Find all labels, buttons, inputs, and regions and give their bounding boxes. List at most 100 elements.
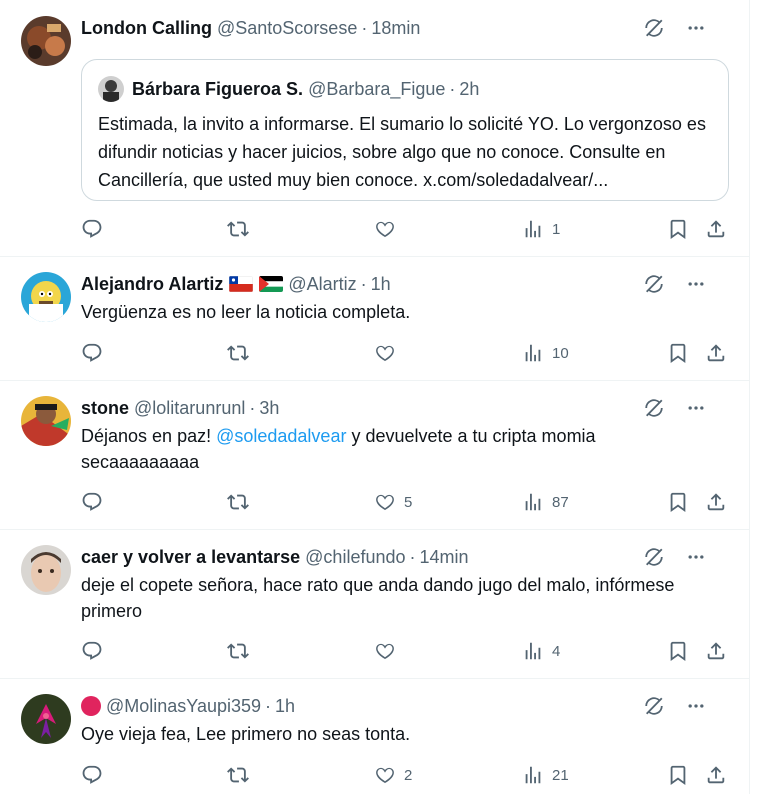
quote-author-name: Bárbara Figueroa S. <box>132 78 304 99</box>
action-bar: 2 21 <box>81 762 728 788</box>
reply-icon <box>81 491 103 513</box>
share-icon <box>705 640 727 662</box>
grok-icon[interactable] <box>642 16 666 40</box>
share-icon <box>705 491 727 513</box>
retweet-button[interactable] <box>227 340 249 366</box>
header-actions <box>642 272 708 296</box>
like-button[interactable] <box>374 638 404 664</box>
share-button[interactable] <box>705 216 727 242</box>
share-button[interactable] <box>705 340 727 366</box>
like-button[interactable] <box>374 216 404 242</box>
avatar[interactable] <box>21 272 71 322</box>
retweet-button[interactable] <box>227 762 249 788</box>
share-button[interactable] <box>705 489 727 515</box>
more-icon[interactable] <box>684 272 708 296</box>
post-caer-y-volver[interactable]: caer y volver a levantarse @chilefundo ·… <box>0 530 750 679</box>
author-handle[interactable]: @lolitarunrunl <box>134 398 245 419</box>
author-name[interactable]: Alejandro Alartiz <box>81 274 223 295</box>
avatar[interactable] <box>21 545 71 595</box>
bookmark-icon <box>667 640 689 662</box>
share-button[interactable] <box>705 762 727 788</box>
post-time[interactable]: 3h <box>259 398 279 419</box>
mention-link[interactable]: @soledadalvear <box>216 426 346 446</box>
separator: · <box>409 546 416 567</box>
author-handle[interactable]: @chilefundo <box>305 547 405 568</box>
like-icon <box>374 342 396 364</box>
quoted-post[interactable]: Bárbara Figueroa S. @Barbara_Figue · 2h … <box>81 59 729 201</box>
reply-button[interactable] <box>81 762 103 788</box>
avatar[interactable] <box>21 396 71 446</box>
retweet-button[interactable] <box>227 489 249 515</box>
like-button[interactable]: 2 <box>374 762 412 788</box>
separator: · <box>449 78 456 99</box>
quote-header: Bárbara Figueroa S. @Barbara_Figue · 2h <box>98 76 479 102</box>
like-button[interactable] <box>374 340 404 366</box>
views-icon <box>522 764 544 786</box>
grok-icon[interactable] <box>642 694 666 718</box>
retweet-icon <box>227 491 249 513</box>
author-name[interactable]: London Calling <box>81 18 212 39</box>
author-handle[interactable]: @SantoScorsese <box>217 18 357 39</box>
bookmark-button[interactable] <box>667 762 689 788</box>
retweet-icon <box>227 764 249 786</box>
retweet-button[interactable] <box>227 638 249 664</box>
author-handle[interactable]: @Alartiz <box>288 274 356 295</box>
post-time[interactable]: 1h <box>275 696 295 717</box>
reply-button[interactable] <box>81 638 103 664</box>
more-icon[interactable] <box>684 16 708 40</box>
views-button[interactable]: 1 <box>522 216 560 242</box>
views-icon <box>522 342 544 364</box>
post-molinas-yaupi[interactable]: @MolinasYaupi359 · 1h Oye vieja fea, Lee… <box>0 679 750 794</box>
more-icon[interactable] <box>684 694 708 718</box>
author-handle[interactable]: @MolinasYaupi359 <box>106 696 261 717</box>
reply-icon <box>81 764 103 786</box>
views-icon <box>522 491 544 513</box>
author-name[interactable]: caer y volver a levantarse <box>81 547 300 568</box>
views-button[interactable]: 87 <box>522 489 569 515</box>
action-bar: 5 87 <box>81 489 728 515</box>
views-button[interactable]: 4 <box>522 638 560 664</box>
bookmark-button[interactable] <box>667 638 689 664</box>
header-actions <box>642 694 708 718</box>
retweet-button[interactable] <box>227 216 249 242</box>
separator: · <box>249 397 256 418</box>
avatar[interactable] <box>21 16 71 66</box>
views-button[interactable]: 21 <box>522 762 569 788</box>
bookmark-button[interactable] <box>667 340 689 366</box>
more-icon[interactable] <box>684 396 708 420</box>
post-text: Oye vieja fea, Lee primero no seas tonta… <box>81 724 411 744</box>
reply-button[interactable] <box>81 340 103 366</box>
like-button[interactable]: 5 <box>374 489 412 515</box>
post-time[interactable]: 14min <box>420 547 469 568</box>
views-button[interactable]: 10 <box>522 340 569 366</box>
like-icon <box>374 764 396 786</box>
grok-icon[interactable] <box>642 545 666 569</box>
reply-button[interactable] <box>81 489 103 515</box>
share-icon <box>705 218 727 240</box>
post-time[interactable]: 18min <box>371 18 420 39</box>
retweet-icon <box>227 640 249 662</box>
author-name[interactable]: stone <box>81 398 129 419</box>
reply-icon <box>81 640 103 662</box>
views-icon <box>522 218 544 240</box>
bookmark-button[interactable] <box>667 216 689 242</box>
avatar[interactable] <box>21 694 71 744</box>
grok-icon[interactable] <box>642 396 666 420</box>
post-time[interactable]: 1h <box>371 274 391 295</box>
post-header: London Calling @SantoScorsese · 18min <box>81 16 730 40</box>
view-count: 21 <box>552 766 569 784</box>
post-header: @MolinasYaupi359 · 1h <box>81 694 730 718</box>
share-button[interactable] <box>705 638 727 664</box>
post-text-start: Déjanos en paz! <box>81 426 217 446</box>
more-icon[interactable] <box>684 545 708 569</box>
post-london-calling[interactable]: London Calling @SantoScorsese · 18min Bá… <box>0 0 750 257</box>
grok-icon[interactable] <box>642 272 666 296</box>
red-circle-icon <box>81 696 101 716</box>
post-header: Alejandro Alartiz @Alartiz · 1h <box>81 272 730 296</box>
separator: · <box>361 17 368 38</box>
post-alejandro-alartiz[interactable]: Alejandro Alartiz @Alartiz · 1h Vergüenz… <box>0 257 750 381</box>
post-stone[interactable]: stone @lolitarunrunl · 3h Déjanos en paz… <box>0 381 750 530</box>
like-icon <box>374 491 396 513</box>
reply-button[interactable] <box>81 216 103 242</box>
bookmark-button[interactable] <box>667 489 689 515</box>
